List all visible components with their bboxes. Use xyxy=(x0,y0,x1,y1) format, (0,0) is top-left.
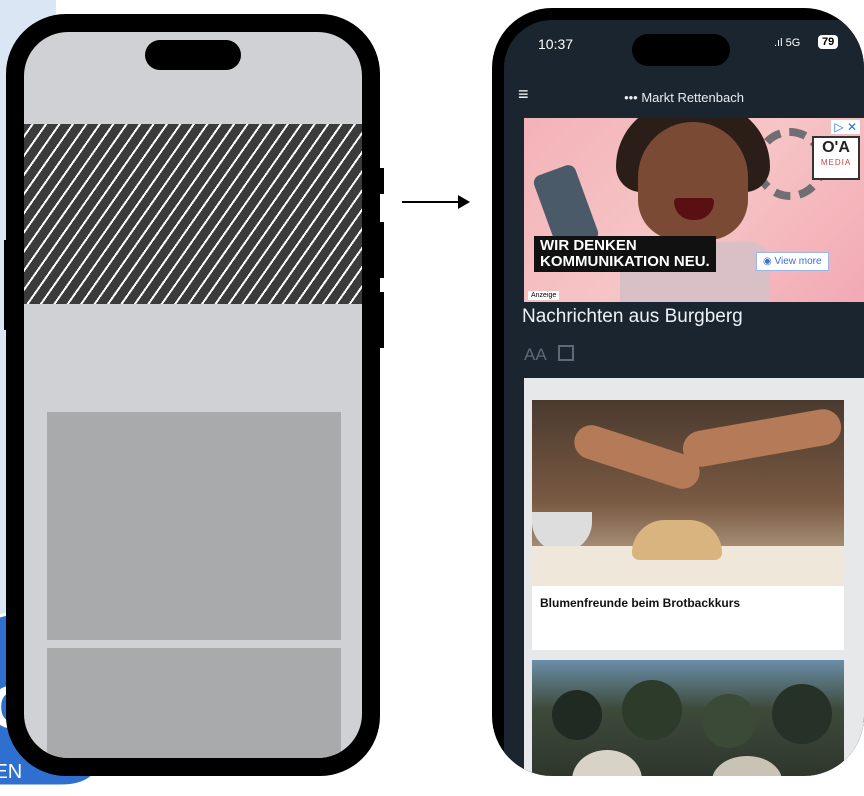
arrow-right-icon xyxy=(402,195,470,209)
article-title[interactable]: Blumenfreunde beim Brotbackkurs xyxy=(540,596,740,610)
phone-wireframe xyxy=(6,14,380,776)
status-bar: 10:37 .ıl 5G 79 xyxy=(504,20,864,66)
article-tools: AA xyxy=(524,344,575,365)
view-more-button[interactable]: ◉ View more xyxy=(756,252,829,271)
side-button-right-3 xyxy=(376,292,384,348)
wireframe-notch xyxy=(145,40,241,70)
content-placeholder-2 xyxy=(47,648,341,758)
svg-text:HEN: HEN xyxy=(0,761,22,783)
app-screen: 10:37 .ıl 5G 79 ≡ ••• Markt Rettenbach ▷… xyxy=(504,20,864,776)
article-card[interactable]: Blumenfreunde beim Brotbackkurs xyxy=(532,400,844,650)
font-size-button[interactable]: AA xyxy=(524,345,546,364)
side-button-right-2 xyxy=(376,222,384,278)
side-button-left xyxy=(4,240,12,330)
adchoices-icon[interactable]: ▷ ✕ xyxy=(831,120,860,134)
ad-person-face xyxy=(638,122,748,240)
app-header: ≡ ••• Markt Rettenbach xyxy=(504,80,864,108)
dough xyxy=(632,520,722,560)
ad-brand-logo: O'A MEDIA xyxy=(812,136,860,180)
dynamic-island xyxy=(632,34,730,66)
ad-slogan: WIR DENKEN KOMMUNIKATION NEU. xyxy=(534,236,716,272)
hatched-banner-placeholder xyxy=(24,124,362,304)
wireframe-screen xyxy=(24,32,362,758)
signal-indicator: .ıl 5G xyxy=(774,37,801,49)
status-time: 10:37 xyxy=(538,36,574,52)
article-image xyxy=(532,660,844,776)
page-headline: Nachrichten aus Burgberg xyxy=(522,306,743,327)
ad-label: Anzeige xyxy=(528,291,560,300)
ad-banner[interactable]: ▷ ✕ O'A MEDIA WIR DENKEN KOMMUNIKATION N… xyxy=(524,118,864,302)
battery-indicator: 79 xyxy=(818,35,839,49)
article-card[interactable] xyxy=(532,660,844,776)
share-external-icon[interactable] xyxy=(558,345,575,361)
eye-icon: ◉ xyxy=(763,256,772,267)
content-placeholder-1 xyxy=(47,412,341,640)
side-button-right-1 xyxy=(376,168,384,194)
article-image xyxy=(532,400,844,586)
app-title[interactable]: ••• Markt Rettenbach xyxy=(504,90,864,105)
signal-bars-icon: .ıl xyxy=(774,37,783,49)
phone-app-screenshot: 10:37 .ıl 5G 79 ≡ ••• Markt Rettenbach ▷… xyxy=(492,8,864,776)
